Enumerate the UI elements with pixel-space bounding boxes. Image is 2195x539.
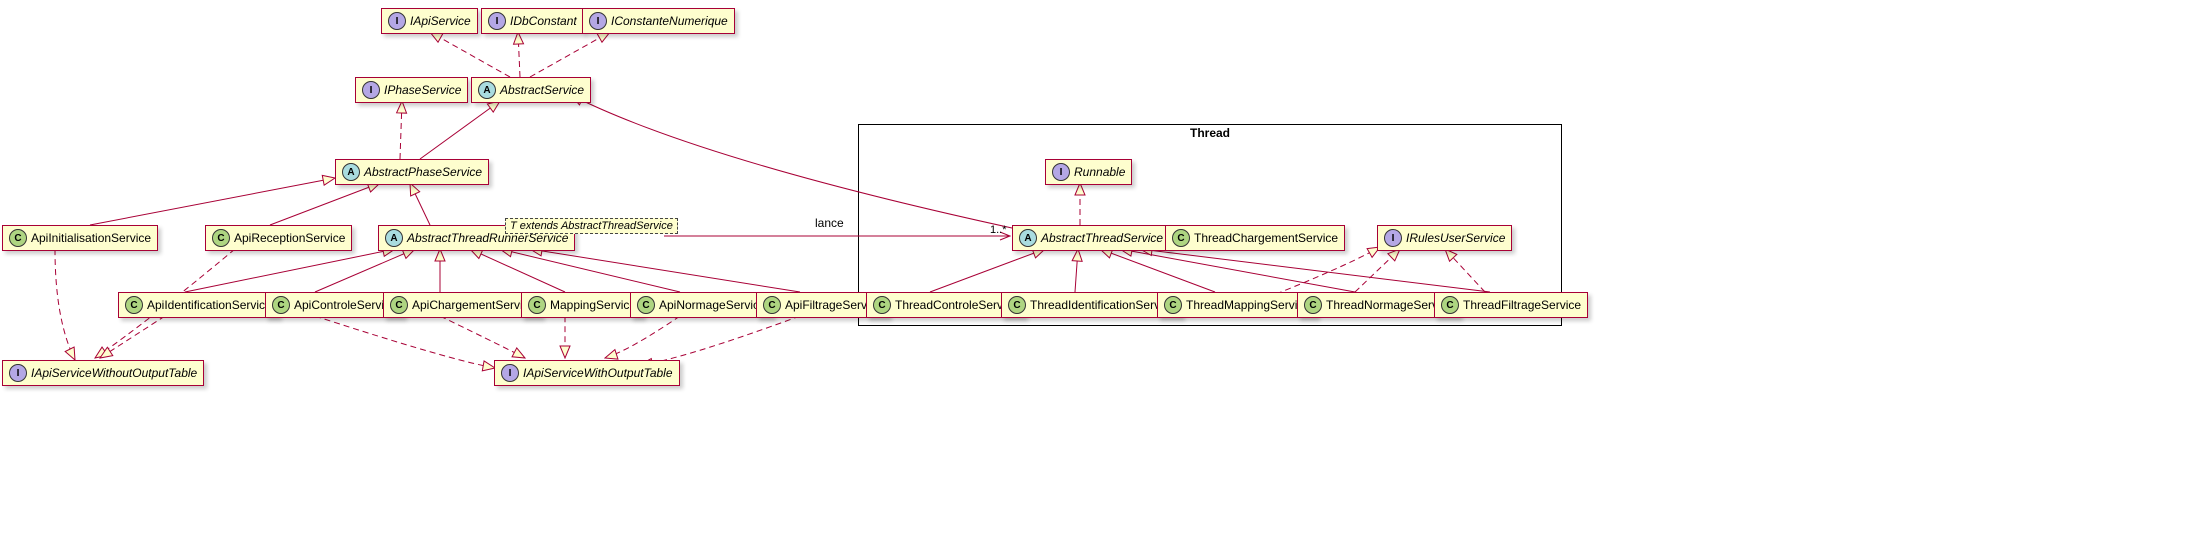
class-label: ThreadControleService <box>895 298 1018 312</box>
class-irulesuserservice: I IRulesUserService <box>1377 225 1512 251</box>
generic-param: T extends AbstractThreadService <box>505 218 678 234</box>
class-label: IDbConstant <box>510 14 577 28</box>
class-runnable: I Runnable <box>1045 159 1132 185</box>
class-mappingservice: C MappingService <box>521 292 643 318</box>
class-label: AbstractThreadService <box>1041 231 1163 245</box>
class-iphaseservice: I IPhaseService <box>355 77 468 103</box>
class-label: MappingService <box>550 298 636 312</box>
class-abstractthreadservice: A AbstractThreadService <box>1012 225 1170 251</box>
class-label: AbstractService <box>500 83 584 97</box>
class-label: ApiNormageService <box>659 298 766 312</box>
interface-icon: I <box>1052 163 1070 181</box>
class-apinormageservice: C ApiNormageService <box>630 292 773 318</box>
abstract-icon: A <box>385 229 403 247</box>
assoc-mult: 1..* <box>990 224 1007 236</box>
class-label: IPhaseService <box>384 83 461 97</box>
class-label: ApiReceptionService <box>234 231 345 245</box>
class-apiidentificationservice: C ApiIdentificationService <box>118 292 279 318</box>
class-label: ThreadMappingService <box>1186 298 1310 312</box>
class-threadmappingservice: C ThreadMappingService <box>1157 292 1317 318</box>
class-label: ApiChargementService <box>412 298 535 312</box>
class-icon: C <box>1441 296 1459 314</box>
class-label: ThreadFiltrageService <box>1463 298 1581 312</box>
class-icon: C <box>763 296 781 314</box>
class-icon: C <box>1172 229 1190 247</box>
abstract-icon: A <box>478 81 496 99</box>
class-label: IApiServiceWithOutputTable <box>523 366 673 380</box>
interface-icon: I <box>388 12 406 30</box>
class-iapiservicewithoutoutputtable: I IApiServiceWithoutOutputTable <box>2 360 204 386</box>
class-threadfiltrageservice: C ThreadFiltrageService <box>1434 292 1588 318</box>
class-label: IApiService <box>410 14 471 28</box>
class-apichargementservice: C ApiChargementService <box>383 292 542 318</box>
class-label: IConstanteNumerique <box>611 14 728 28</box>
class-apiinitialisationservice: C ApiInitialisationService <box>2 225 158 251</box>
class-icon: C <box>873 296 891 314</box>
interface-icon: I <box>9 364 27 382</box>
abstract-icon: A <box>1019 229 1037 247</box>
class-icon: C <box>528 296 546 314</box>
interface-icon: I <box>501 364 519 382</box>
class-label: IRulesUserService <box>1406 231 1505 245</box>
class-apireceptionservice: C ApiReceptionService <box>205 225 352 251</box>
class-idbconstant: I IDbConstant <box>481 8 584 34</box>
interface-icon: I <box>362 81 380 99</box>
class-abstractphaseservice: A AbstractPhaseService <box>335 159 489 185</box>
class-label: ThreadChargementService <box>1194 231 1338 245</box>
class-label: ApiIdentificationService <box>147 298 272 312</box>
class-iconstantenumerique: I IConstanteNumerique <box>582 8 735 34</box>
class-threadidentificationservice: C ThreadIdentificationService <box>1001 292 1182 318</box>
class-icon: C <box>390 296 408 314</box>
class-label: IApiServiceWithoutOutputTable <box>31 366 197 380</box>
class-icon: C <box>1008 296 1026 314</box>
class-iapiservicewithoutputtable: I IApiServiceWithOutputTable <box>494 360 680 386</box>
class-icon: C <box>1164 296 1182 314</box>
class-label: AbstractPhaseService <box>364 165 482 179</box>
assoc-label-lance: lance <box>815 216 844 230</box>
interface-icon: I <box>1384 229 1402 247</box>
class-icon: C <box>125 296 143 314</box>
class-icon: C <box>637 296 655 314</box>
class-threadchargementservice: C ThreadChargementService <box>1165 225 1345 251</box>
class-icon: C <box>1304 296 1322 314</box>
class-abstractservice: A AbstractService <box>471 77 591 103</box>
class-iapiservice: I IApiService <box>381 8 478 34</box>
class-icon: C <box>212 229 230 247</box>
class-label: ThreadIdentificationService <box>1030 298 1175 312</box>
class-label: ApiControleService <box>294 298 397 312</box>
interface-icon: I <box>488 12 506 30</box>
class-label: ApiInitialisationService <box>31 231 151 245</box>
abstract-icon: A <box>342 163 360 181</box>
thread-package-title: Thread <box>1190 120 1230 140</box>
class-icon: C <box>9 229 27 247</box>
class-label: Runnable <box>1074 165 1125 179</box>
uml-diagram: I IApiService I IDbConstant I IConstante… <box>0 0 2195 539</box>
interface-icon: I <box>589 12 607 30</box>
class-icon: C <box>272 296 290 314</box>
